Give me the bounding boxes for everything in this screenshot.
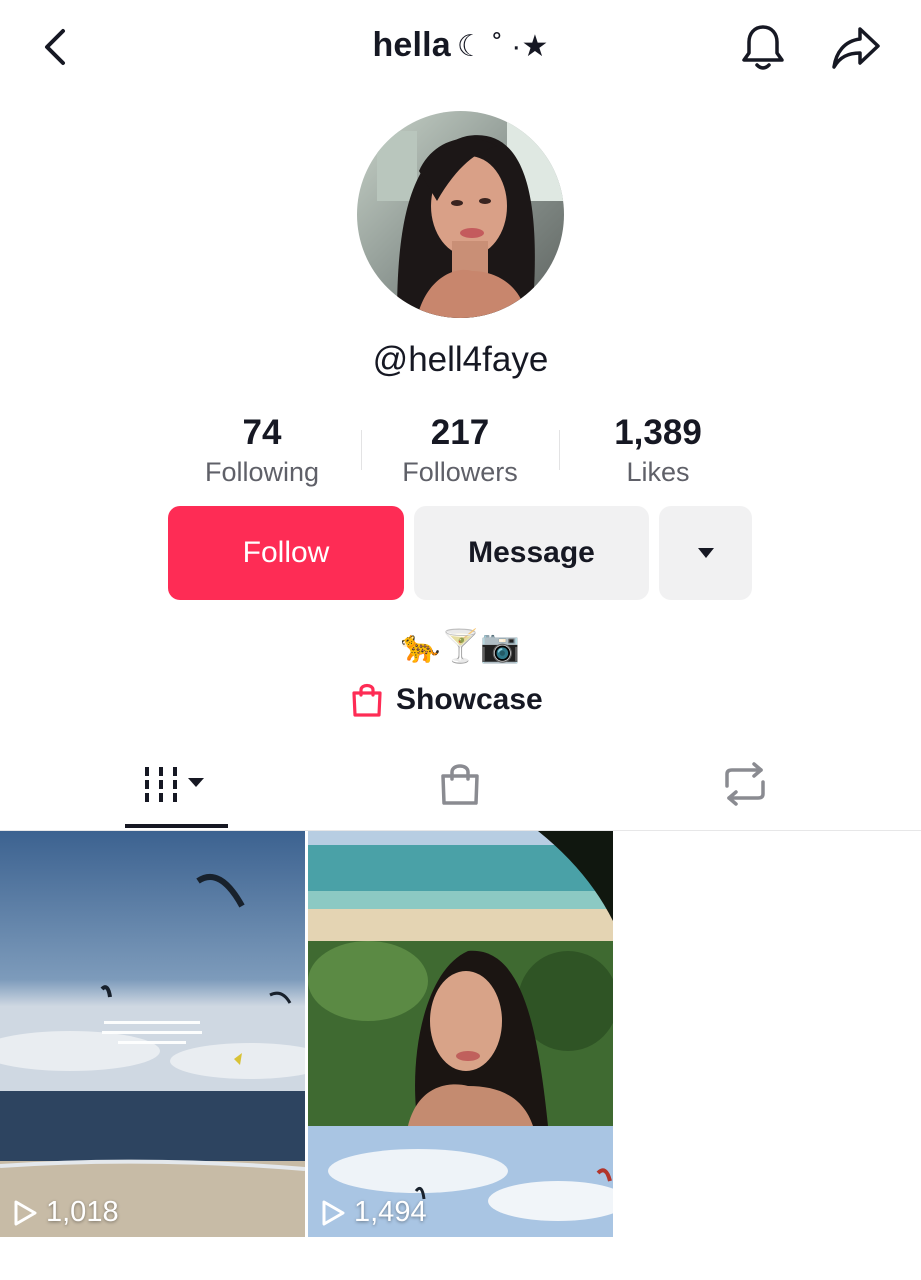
showcase-label: Showcase (396, 683, 543, 716)
title-text: hella (372, 26, 451, 64)
play-icon (14, 1200, 37, 1225)
shopping-bag-icon (352, 683, 382, 717)
following-label: Following (204, 457, 320, 487)
video-thumbnail[interactable]: 1,494 (308, 831, 613, 1237)
notifications-button[interactable] (735, 20, 791, 76)
stat-divider (559, 430, 560, 470)
bell-icon (742, 25, 784, 70)
message-button[interactable]: Message (414, 506, 649, 600)
active-tab-indicator (125, 824, 228, 828)
share-button[interactable] (826, 20, 886, 76)
shopping-bag-icon (441, 764, 479, 805)
stat-divider (361, 430, 362, 470)
follow-button[interactable]: Follow (168, 506, 404, 600)
followers-count: 217 (430, 413, 490, 452)
share-icon (832, 27, 880, 69)
view-count: 1,018 (12, 1196, 119, 1229)
top-bar: hella ☾ ˚ ·★ (0, 0, 921, 100)
tab-videos[interactable] (125, 740, 228, 828)
profile-stats: 74 Following 217 Followers 1,389 Likes (0, 412, 921, 492)
avatar-photo (357, 111, 564, 318)
followers-label: Followers (402, 457, 518, 487)
avatar[interactable] (357, 111, 564, 318)
bio: 🐆🍸📷 (400, 628, 521, 664)
title-decoration: ☾ ˚ ·★ (456, 30, 549, 63)
likes-count: 1,389 (614, 413, 702, 452)
suggested-accounts-button[interactable] (659, 506, 752, 600)
videos-grid-icon (144, 767, 204, 802)
play-icon (322, 1200, 345, 1225)
stat-following[interactable]: 74 Following (162, 412, 362, 490)
tab-reposts[interactable] (695, 740, 795, 828)
video-thumbnail-image (308, 831, 613, 1237)
username-handle: @hell4faye (372, 340, 549, 379)
view-count: 1,494 (320, 1196, 427, 1229)
profile-tabs (0, 740, 921, 831)
view-count-text: 1,494 (354, 1196, 427, 1228)
following-count: 74 (242, 413, 282, 452)
likes-label: Likes (626, 457, 690, 487)
repost-icon (725, 762, 765, 806)
video-thumbnail[interactable]: 1,018 (0, 831, 305, 1237)
tab-shop[interactable] (410, 740, 510, 828)
stat-followers[interactable]: 217 Followers (360, 412, 560, 490)
caret-down-icon (697, 548, 714, 558)
video-thumbnail-image (0, 831, 305, 1237)
showcase-link[interactable]: Showcase (350, 676, 543, 724)
view-count-text: 1,018 (46, 1196, 119, 1228)
stat-likes[interactable]: 1,389 Likes (558, 412, 758, 490)
